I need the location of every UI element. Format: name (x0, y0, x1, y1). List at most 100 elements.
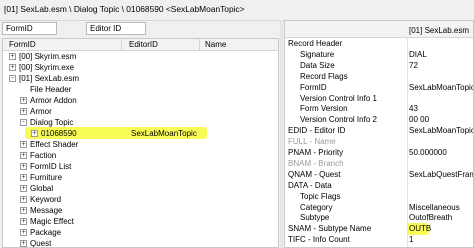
record-field-row[interactable]: Data Size 72 (285, 60, 473, 72)
record-field-name: Subtype (300, 213, 330, 223)
tree-row-label: Faction (30, 151, 57, 160)
tree-row[interactable]: + Armor (3, 106, 278, 117)
splitter[interactable] (280, 20, 283, 248)
record-field-value: Miscellaneous (409, 202, 460, 212)
expand-icon[interactable]: + (20, 97, 27, 104)
expand-icon[interactable]: + (20, 152, 27, 159)
record-field-name: SNAM - Subtype Name (288, 224, 372, 234)
expand-icon[interactable]: + (20, 141, 27, 148)
tree-row[interactable]: + Faction (3, 150, 278, 161)
expand-icon[interactable]: + (20, 163, 27, 170)
column-name[interactable]: Name (205, 40, 226, 49)
tree-row-label: Dialog Topic (30, 118, 74, 127)
record-field-row[interactable]: DATA - Data (285, 180, 473, 192)
tree-row-label: Quest (30, 239, 52, 248)
tree-row[interactable]: - [01] SexLab.esm (3, 73, 278, 84)
expand-icon[interactable]: + (20, 174, 27, 181)
record-field-name: DATA - Data (288, 180, 332, 190)
tree-row-label: 01068590 (41, 129, 77, 138)
record-field-row[interactable]: BNAM - Branch (285, 158, 473, 170)
tree-row[interactable]: +01068590 SexLabMoanTopic (3, 127, 278, 139)
expand-icon[interactable]: + (9, 64, 16, 71)
expand-icon[interactable]: + (20, 218, 27, 225)
tree-row-label: Effect Shader (30, 140, 79, 149)
tree-row[interactable]: + [00] Skyrim.exe (3, 62, 278, 73)
expand-icon[interactable]: + (20, 196, 27, 203)
tree-row-label: Keyword (30, 195, 62, 204)
record-field-name: FULL - Name (288, 137, 336, 147)
collapse-icon[interactable]: - (20, 119, 27, 126)
record-field-name: BNAM - Branch (288, 158, 344, 168)
record-field-row[interactable]: SNAM - Subtype Name OUTB (285, 223, 473, 236)
collapse-icon[interactable]: - (9, 75, 16, 82)
formid-filter-input[interactable]: FormID (2, 22, 57, 35)
record-field-name: EDID - Editor ID (288, 126, 346, 136)
record-field-row[interactable]: EDID - Editor ID SexLabMoanTopic (285, 126, 474, 137)
record-field-value: OUTB (409, 224, 432, 234)
expand-icon[interactable]: + (9, 53, 16, 60)
record-field-value: SexLabQuestFramew (409, 169, 473, 179)
record-field-value: 50.000000 (409, 148, 447, 157)
record-field-value: SexLabMoanTopic [D (409, 82, 474, 92)
record-tree[interactable]: FormID EditorID Name + [00] Skyrim.esm + [0… (2, 38, 279, 248)
record-field-row[interactable]: PNAM - Priority 50.000000 (285, 148, 473, 159)
record-field-row[interactable]: Category Miscellaneous (285, 202, 473, 214)
tree-row[interactable]: + Package (3, 227, 278, 238)
tree-row-label: [01] SexLab.esm (19, 74, 80, 83)
tree-row-label: FormID List (30, 162, 72, 171)
record-field-name: Record Header (288, 39, 343, 48)
tree-row[interactable]: + [00] Skyrim.esm (3, 51, 278, 62)
record-field-row[interactable]: Topic Flags (285, 192, 473, 203)
tree-row[interactable]: + Global (3, 183, 278, 194)
record-field-row[interactable]: Record Header (285, 39, 473, 50)
expand-icon[interactable]: + (20, 229, 27, 236)
record-field-name: Category (300, 202, 333, 212)
tree-leaf-icon (20, 86, 27, 93)
expand-icon[interactable]: + (20, 185, 27, 192)
record-field-row[interactable]: FormID SexLabMoanTopic [D (285, 82, 474, 94)
tree-header: FormID EditorID Name (3, 39, 278, 51)
tree-row[interactable]: + Message (3, 205, 278, 216)
column-formid[interactable]: FormID (9, 40, 36, 49)
record-field-name: QNAM - Quest (288, 169, 341, 179)
tree-row-label: Armor Addon (30, 96, 77, 105)
record-field-row[interactable]: Version Control Info 2 00 00 (285, 115, 473, 126)
editorid-filter-label: Editor ID (90, 24, 122, 33)
record-field-value: 72 (409, 60, 418, 70)
expand-icon[interactable]: + (20, 240, 27, 247)
editorid-filter-input[interactable]: Editor ID (86, 22, 146, 35)
record-field-row[interactable]: Subtype OutofBreath (285, 213, 473, 224)
column-editorid[interactable]: EditorID (129, 40, 158, 49)
record-field-name: PNAM - Priority (288, 148, 344, 157)
record-field-value: 1 (409, 235, 414, 245)
expand-icon[interactable]: + (20, 207, 27, 214)
record-field-row[interactable]: Version Control Info 1 (285, 94, 473, 105)
tree-row[interactable]: + Magic Effect (3, 216, 278, 227)
tree-row[interactable]: + Quest (3, 238, 278, 248)
tree-row-label: [00] Skyrim.exe (19, 63, 75, 72)
tree-row[interactable]: + Keyword (3, 194, 278, 205)
expand-icon[interactable]: + (20, 108, 27, 115)
tree-row[interactable]: + FormID List (3, 161, 278, 172)
expand-icon[interactable]: + (31, 130, 38, 137)
tree-row[interactable]: File Header (3, 84, 278, 95)
window-title: [01] SexLab.esm \ Dialog Topic \ 0106859… (4, 4, 245, 14)
record-field-row[interactable]: FULL - Name (285, 137, 473, 148)
tree-row[interactable]: + Armor Addon (3, 95, 278, 106)
record-field-name: Form Version (300, 104, 348, 114)
record-view[interactable]: [01] SexLab.esm Record Header Signature DI… (284, 20, 474, 248)
record-field-value: OutofBreath (409, 213, 453, 223)
tree-row-label: Armor (30, 107, 52, 116)
record-field-name: Record Flags (300, 71, 348, 81)
tree-row-label: Furniture (30, 173, 63, 182)
record-field-row[interactable]: TIFC - Info Count 1 (285, 235, 473, 246)
record-field-row[interactable]: Record Flags (285, 71, 473, 83)
record-field-row[interactable]: Form Version 43 (285, 104, 473, 115)
tree-row-label: Global (30, 184, 54, 193)
record-field-row[interactable]: Signature DIAL (285, 50, 473, 61)
record-field-value: SexLabMoanTopic (409, 126, 474, 136)
record-field-row[interactable]: QNAM - Quest SexLabQuestFramew (285, 169, 473, 181)
tree-row[interactable]: + Effect Shader (3, 139, 278, 150)
tree-row[interactable]: + Furniture (3, 172, 278, 183)
record-field-name: TIFC - Info Count (288, 235, 350, 245)
